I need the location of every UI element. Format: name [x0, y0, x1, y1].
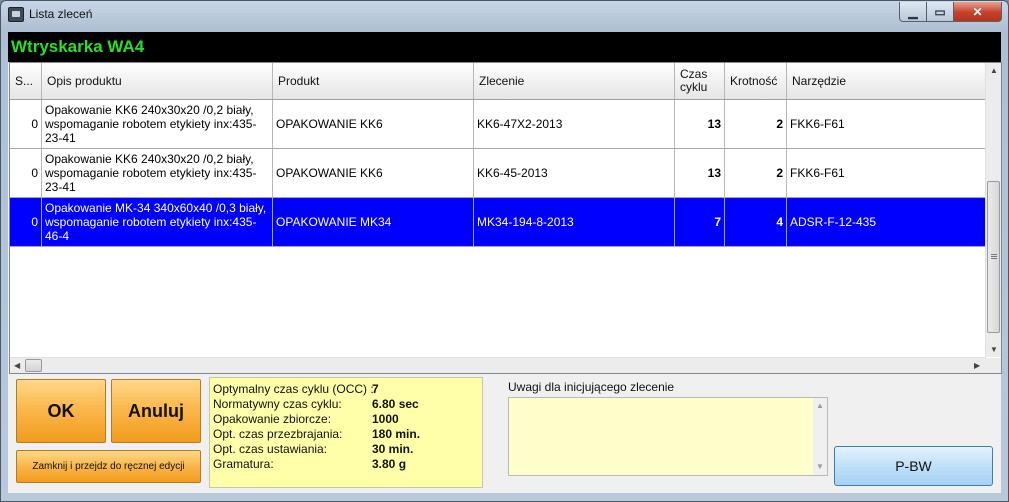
grip-line [991, 254, 997, 255]
cell-czas: 13 [675, 149, 725, 197]
cell-zlecenie: KK6-45-2013 [474, 149, 675, 197]
app-icon [8, 7, 24, 22]
info-value-changeover: 180 min. [372, 427, 421, 441]
machine-name: Wtryskarka WA4 [11, 37, 145, 56]
info-label-cycle: Normatywny czas cyklu: [213, 397, 342, 411]
column-header-krotnosc[interactable]: Krotność [725, 63, 787, 99]
table-row-selected[interactable]: 0 Opakowanie MK-34 340x60x40 /0,3 biały,… [10, 198, 986, 247]
column-header-czas[interactable]: Czas cyklu [675, 63, 725, 99]
minimize-icon: ▁ [908, 4, 918, 19]
cell-s: 0 [10, 149, 42, 197]
scroll-down-icon[interactable]: ▼ [990, 345, 998, 354]
cell-krotnosc: 2 [725, 149, 787, 197]
cell-narzedzie: FKK6-F61 [790, 117, 845, 131]
grip-line [991, 256, 997, 257]
cancel-button[interactable]: Anuluj [111, 379, 201, 443]
dialog-window: Lista zleceń ▁ ▭ ✕ Wtryskarka WA4 S... O… [0, 0, 1009, 502]
cell-krotnosc: 2 [725, 100, 787, 148]
cell-narzedzie: FKK6-F61 [790, 166, 845, 180]
vertical-scroll-thumb[interactable] [987, 181, 1000, 333]
close-button[interactable]: ✕ [953, 2, 1002, 22]
info-value-setup: 30 min. [372, 442, 414, 456]
cell-opis: Opakowanie KK6 240x30x20 /0,2 biały, wsp… [42, 100, 273, 148]
scroll-right-icon[interactable]: ▶ [974, 361, 980, 370]
title-bar[interactable]: Lista zleceń ▁ ▭ ✕ [1, 1, 1008, 27]
cell-opis: Opakowanie MK-34 340x60x40 /0,3 biały, w… [42, 198, 273, 246]
cell-produkt: OPAKOWANIE MK34 [273, 198, 474, 246]
notes-scrollbar[interactable]: ▲ ▼ [813, 398, 827, 475]
table-row[interactable]: 0 Opakowanie KK6 240x30x20 /0,2 biały, w… [10, 100, 986, 149]
ok-button[interactable]: OK [16, 379, 106, 443]
scroll-corner [986, 358, 1001, 373]
table-row[interactable]: 0 Opakowanie KK6 240x30x20 /0,2 biały, w… [10, 149, 986, 198]
column-header-s[interactable]: S... [10, 63, 42, 99]
info-value-cycle: 6.80 sec [372, 397, 419, 411]
info-label-setup: Opt. czas ustawiania: [213, 442, 328, 456]
orders-table[interactable]: S... Opis produktu Produkt Zlecenie Czas… [9, 62, 1002, 374]
notes-textarea[interactable]: ▲ ▼ [508, 397, 828, 476]
info-label-occ: Optymalny czas cyklu (OCC) : [213, 382, 374, 396]
minimize-button[interactable]: ▁ [899, 2, 927, 22]
column-header-opis[interactable]: Opis produktu [42, 63, 273, 99]
order-info-panel: Optymalny czas cyklu (OCC) : 7 Normatywn… [209, 377, 483, 488]
vertical-scrollbar[interactable]: ▲ ▼ [985, 63, 1001, 357]
horizontal-scroll-thumb[interactable] [25, 359, 42, 372]
cell-zlecenie: KK6-47X2-2013 [474, 100, 675, 148]
info-label-weight: Gramatura: [213, 457, 274, 471]
cell-produkt: OPAKOWANIE KK6 [273, 100, 474, 148]
grip-line [991, 258, 997, 259]
client-area: Wtryskarka WA4 S... Opis produktu Produk… [8, 32, 1002, 493]
info-value-package: 1000 [372, 412, 399, 426]
cell-s: 0 [10, 100, 42, 148]
cell-narzedzie: ADSR-F-12-435 [790, 215, 877, 229]
info-value-occ: 7 [372, 382, 379, 396]
cell-czas: 13 [675, 100, 725, 148]
window-title: Lista zleceń [29, 7, 93, 21]
cell-produkt: OPAKOWANIE KK6 [273, 149, 474, 197]
horizontal-scrollbar[interactable]: ◀ ▶ [10, 357, 986, 373]
cell-krotnosc: 4 [725, 198, 787, 246]
maximize-button[interactable]: ▭ [926, 2, 954, 22]
column-header-zlecenie[interactable]: Zlecenie [474, 63, 675, 99]
notes-label: Uwagi dla inicjującego zlecenie [508, 380, 675, 394]
cell-zlecenie: MK34-194-8-2013 [474, 198, 675, 246]
info-label-changeover: Opt. czas przezbrajania: [213, 427, 343, 441]
table-header: S... Opis produktu Produkt Zlecenie Czas… [10, 63, 986, 100]
scroll-left-icon[interactable]: ◀ [14, 361, 20, 370]
column-header-narzedzie[interactable]: Narzędzie [787, 63, 986, 99]
cell-opis: Opakowanie KK6 240x30x20 /0,2 biały, wsp… [42, 149, 273, 197]
cell-czas: 7 [675, 198, 725, 246]
maximize-icon: ▭ [934, 4, 946, 19]
column-header-produkt[interactable]: Produkt [273, 63, 474, 99]
machine-banner: Wtryskarka WA4 [8, 32, 1001, 62]
notes-scroll-down-icon[interactable]: ▼ [816, 462, 824, 471]
scroll-up-icon[interactable]: ▲ [990, 66, 998, 75]
close-icon: ✕ [972, 4, 983, 19]
notes-scroll-up-icon[interactable]: ▲ [816, 401, 824, 410]
info-label-package: Opakowanie zbiorcze: [213, 412, 332, 426]
info-value-weight: 3.80 g [372, 457, 407, 471]
cell-s: 0 [10, 198, 42, 246]
pbw-button[interactable]: P-BW [834, 446, 993, 486]
manual-edit-button[interactable]: Zamknij i przejdz do ręcznej edycji [16, 450, 201, 483]
